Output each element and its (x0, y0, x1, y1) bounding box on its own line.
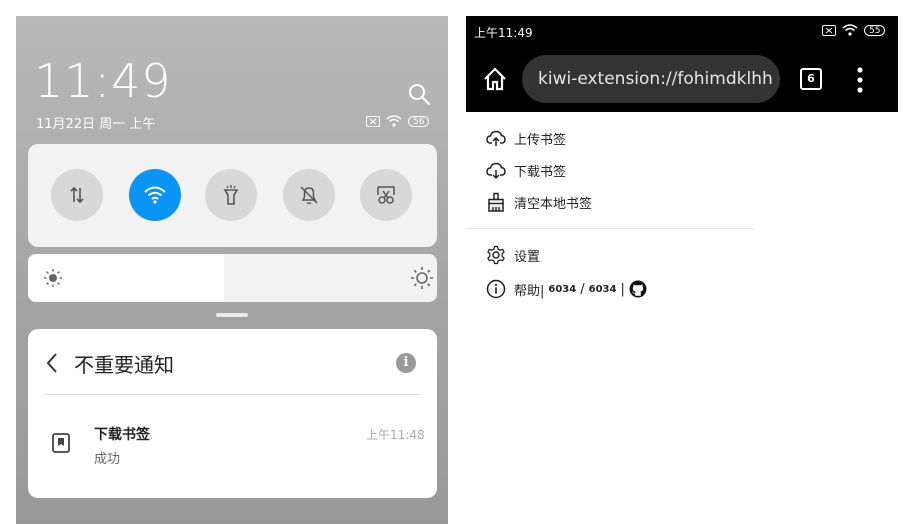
menu-divider (466, 228, 754, 229)
sim-off-icon (366, 115, 380, 127)
lockscreen-date: 11月22日 周一 上午 (36, 117, 156, 132)
info-icon (486, 279, 506, 299)
wifi-toggle-button[interactable] (129, 169, 181, 221)
broom-icon (488, 192, 504, 212)
more-vert-icon[interactable] (856, 66, 864, 94)
quick-settings-panel (28, 144, 437, 247)
screenshot-canvas: 11:49 11月22日 周一 上午 56 不重要通知 i 下载书签 成功 上午… (0, 0, 914, 524)
notification-group-title: 不重要通知 (74, 353, 174, 377)
browser-extension-screen: 上午11:49 55 kiwi-extension://fohimdklhh 6 (466, 16, 898, 524)
brightness-slider[interactable] (28, 254, 437, 302)
bookmark-app-icon (52, 433, 70, 453)
help-bar: | (620, 281, 625, 297)
menu-help[interactable]: 帮助| 6034 / 6034 | (486, 278, 647, 300)
status-icons: 55 (822, 24, 886, 36)
brightness-high-icon (411, 267, 433, 289)
browser-toolbar: 上午11:49 55 kiwi-extension://fohimdklhh 6 (466, 16, 898, 112)
notification-message: 成功 (94, 452, 121, 467)
bell-off-icon (300, 186, 318, 205)
cloud-upload-icon (486, 130, 506, 146)
notification-time: 上午11:48 (366, 428, 425, 442)
menu-upload-label: 上传书签 (514, 132, 567, 148)
menu-download-label: 下载书签 (514, 164, 567, 180)
brightness-low-icon (44, 269, 62, 287)
sim-off-icon (822, 24, 836, 36)
menu-clear-local-bookmarks[interactable]: 清空本地书签 (486, 191, 592, 213)
cloud-download-icon (486, 162, 506, 180)
lockscreen-clock: 11:49 (34, 54, 172, 108)
url-bar[interactable]: kiwi-extension://fohimdklhh (522, 55, 780, 103)
data-transfer-icon (70, 186, 84, 204)
menu-settings[interactable]: 设置 (486, 244, 540, 266)
menu-settings-label: 设置 (514, 249, 541, 265)
screenshot-crop-icon (377, 186, 395, 204)
notification-shade: 11:49 11月22日 周一 上午 56 不重要通知 i 下载书签 成功 上午… (16, 16, 448, 524)
notification-title[interactable]: 下载书签 (94, 424, 150, 444)
screenshot-toggle-button[interactable] (360, 169, 412, 221)
search-icon[interactable] (407, 82, 431, 106)
data-toggle-button[interactable] (51, 169, 103, 221)
home-icon[interactable] (482, 66, 508, 92)
notification-divider (44, 394, 421, 395)
status-time: 上午11:49 (474, 26, 533, 40)
status-icons: 56 (366, 115, 430, 127)
battery-level: 56 (408, 115, 430, 127)
shade-drag-handle[interactable] (216, 313, 248, 317)
menu-download-bookmarks[interactable]: 下载书签 (486, 159, 566, 181)
info-icon[interactable]: i (396, 353, 416, 373)
menu-upload-bookmarks[interactable]: 上传书签 (486, 127, 566, 149)
mute-toggle-button[interactable] (283, 169, 335, 221)
forks-count-badge: 6034 (588, 283, 617, 295)
flashlight-toggle-button[interactable] (205, 169, 257, 221)
wifi-status-icon (842, 24, 858, 36)
flashlight-icon (223, 185, 239, 205)
help-slash: / (580, 281, 585, 297)
notification-card: 不重要通知 i 下载书签 成功 上午11:48 (28, 329, 437, 498)
menu-help-label: 帮助| (514, 283, 545, 299)
github-icon[interactable] (629, 280, 647, 298)
menu-clear-label: 清空本地书签 (514, 196, 593, 212)
wifi-status-icon (386, 115, 402, 127)
stars-count-badge: 6034 (548, 283, 577, 295)
back-arrow-icon[interactable] (44, 351, 60, 375)
battery-level: 55 (864, 24, 886, 36)
wifi-icon (144, 186, 166, 204)
gear-icon (487, 245, 505, 265)
tab-switcher-button[interactable]: 6 (800, 68, 822, 90)
